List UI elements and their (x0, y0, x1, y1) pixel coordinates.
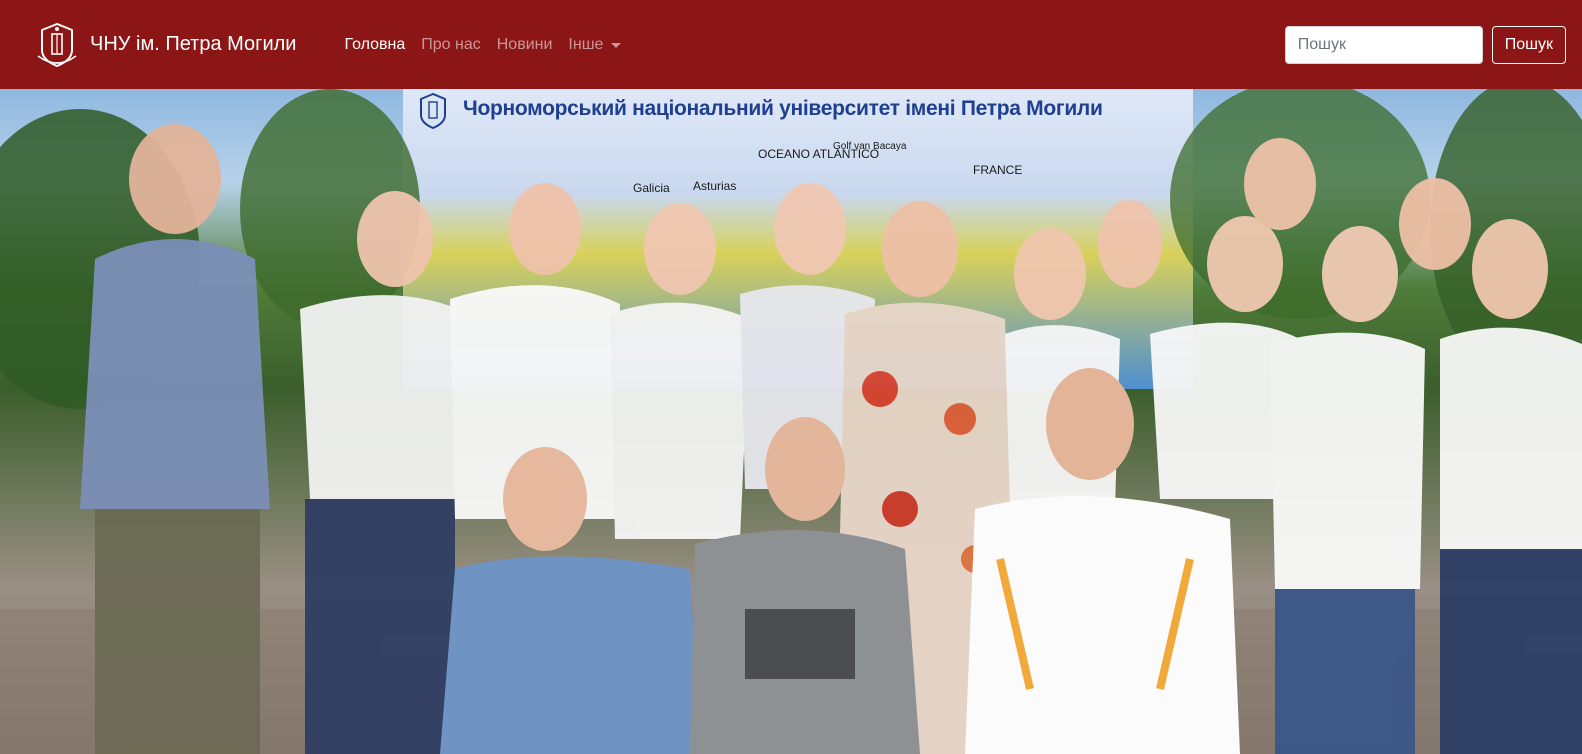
search-form: Пошук (1284, 25, 1566, 64)
main-nav: Головна Про нас Новини Інше (336, 28, 629, 62)
group-photo-figures (0, 89, 1582, 754)
nav-dropdown-other[interactable]: Інше (560, 28, 629, 62)
hero-photo: Чорноморський національний університет і… (0, 89, 1582, 754)
top-navbar: ЧНУ ім. Петра Могили Головна Про нас Нов… (0, 0, 1582, 89)
nav-link-about[interactable]: Про нас (413, 28, 488, 62)
nav-dropdown-label: Інше (568, 35, 604, 53)
search-input[interactable] (1284, 25, 1483, 64)
brand-title: ЧНУ ім. Петра Могили (90, 33, 297, 55)
caret-down-icon (611, 43, 622, 48)
brand-link[interactable]: ЧНУ ім. Петра Могили (32, 20, 296, 70)
nav-link-home[interactable]: Головна (336, 28, 413, 62)
search-button[interactable]: Пошук (1491, 25, 1566, 64)
nav-link-news[interactable]: Новини (489, 28, 561, 62)
university-crest-icon (32, 20, 82, 70)
